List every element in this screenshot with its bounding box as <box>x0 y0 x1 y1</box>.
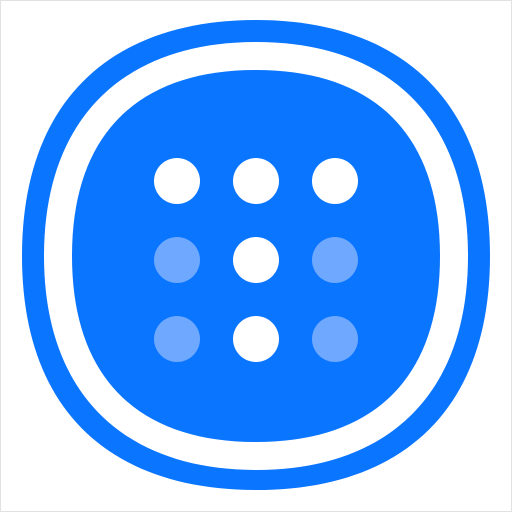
dot-r3-c1 <box>154 316 200 362</box>
dot-r2-c2 <box>233 237 279 283</box>
dot-r1-c3 <box>312 158 358 204</box>
dot-r3-c3 <box>312 316 358 362</box>
dot-r2-c1 <box>154 237 200 283</box>
dot-grid <box>154 158 358 362</box>
dot-r2-c3 <box>312 237 358 283</box>
dot-r3-c2 <box>233 316 279 362</box>
dot-r1-c1 <box>154 158 200 204</box>
app-icon[interactable] <box>0 0 512 512</box>
dot-r1-c2 <box>233 158 279 204</box>
